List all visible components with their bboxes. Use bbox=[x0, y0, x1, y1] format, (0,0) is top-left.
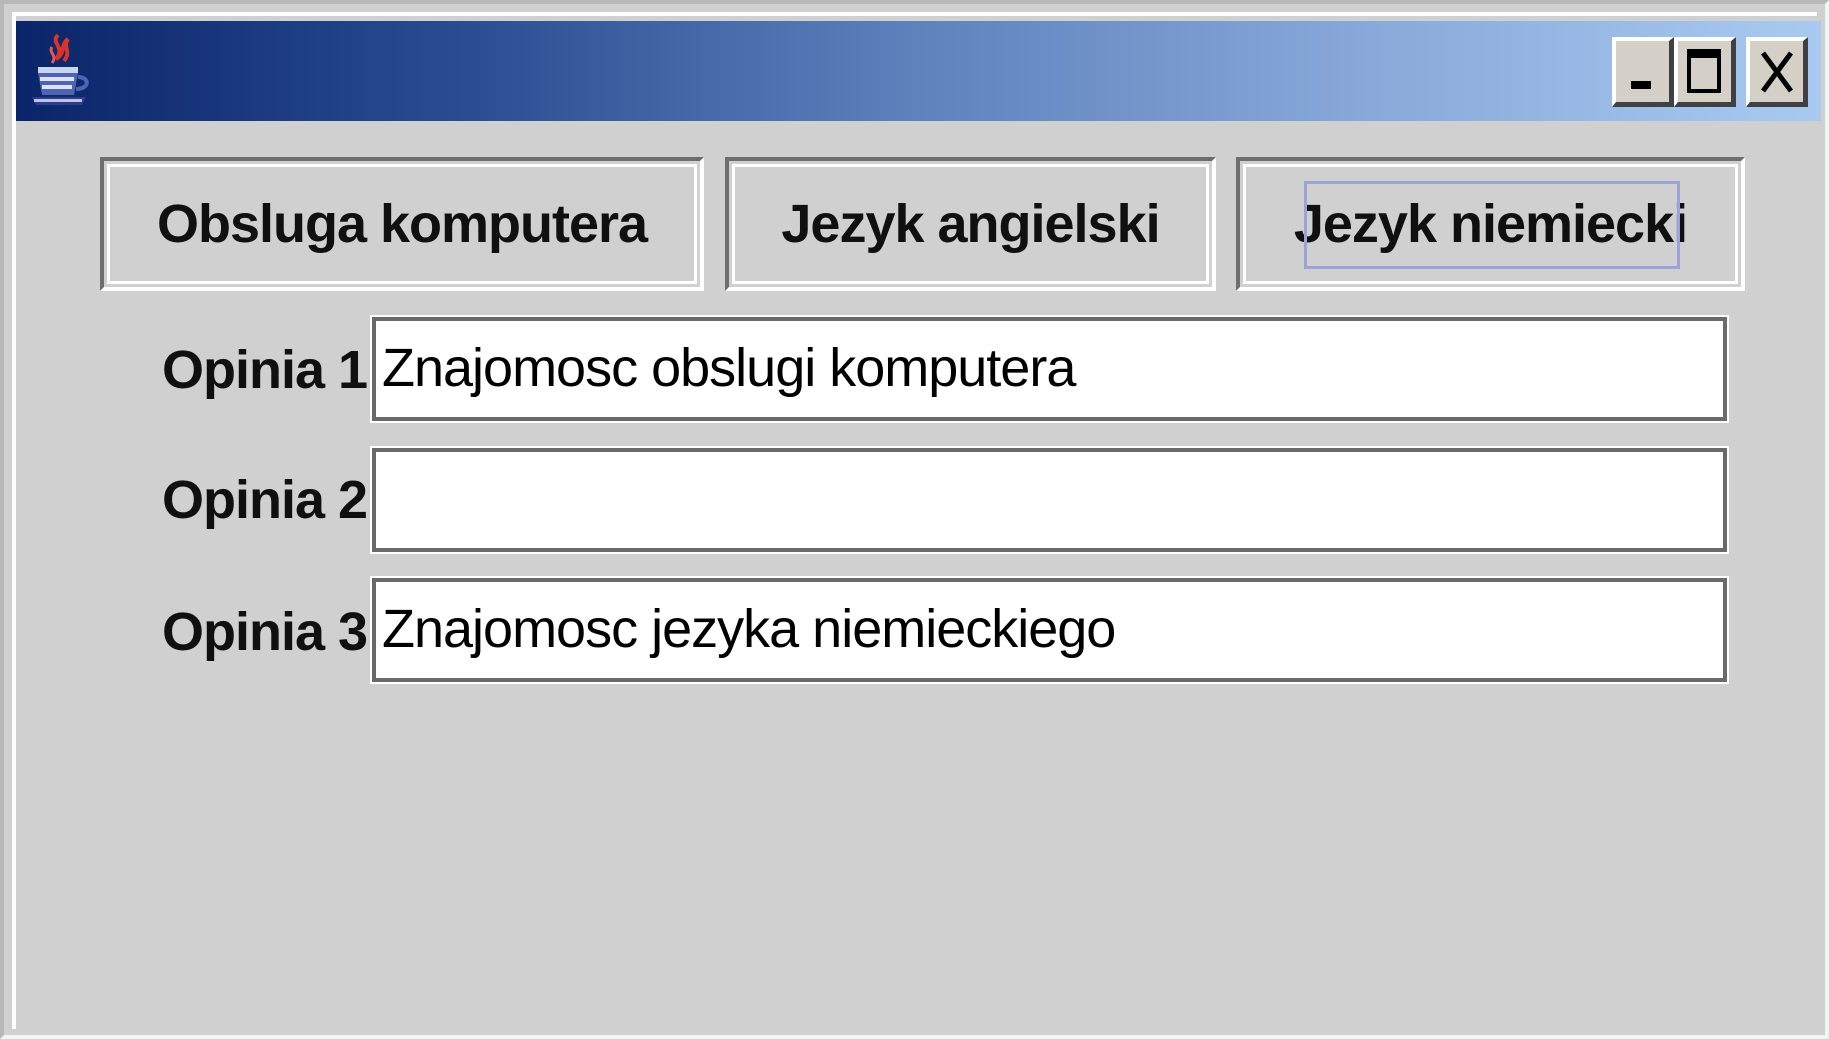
focus-ring bbox=[1304, 181, 1680, 269]
title-bar[interactable] bbox=[16, 21, 1821, 121]
maximize-button[interactable] bbox=[1674, 37, 1736, 107]
maximize-icon bbox=[1686, 48, 1721, 93]
obsluga-komputera-button[interactable]: Obsluga komputera bbox=[100, 157, 704, 291]
minimize-icon bbox=[1630, 80, 1651, 89]
minimize-button[interactable] bbox=[1612, 37, 1674, 107]
opinia-3-label: Opinia 3 bbox=[162, 602, 368, 662]
jezyk-niemiecki-button[interactable]: Jezyk niemiecki bbox=[1236, 157, 1745, 291]
java-coffee-cup-icon[interactable] bbox=[28, 29, 92, 113]
opinia-2-field[interactable] bbox=[370, 446, 1729, 554]
close-button[interactable] bbox=[1746, 37, 1808, 107]
opinia-2-label: Opinia 2 bbox=[162, 470, 368, 530]
opinia-1-field[interactable]: Znajomosc obslugi komputera bbox=[370, 315, 1729, 423]
obsluga-komputera-button-label: Obsluga komputera bbox=[156, 194, 648, 254]
content-panel: Obsluga komputera Jezyk angielski Jezyk … bbox=[4, 121, 1829, 1039]
jezyk-angielski-button-label: Jezyk angielski bbox=[781, 194, 1160, 254]
opinia-1-label: Opinia 1 bbox=[162, 340, 368, 400]
app-window: Obsluga komputera Jezyk angielski Jezyk … bbox=[0, 0, 1829, 1039]
close-icon bbox=[1760, 51, 1793, 92]
opinia-3-field[interactable]: Znajomosc jezyka niemieckiego bbox=[370, 576, 1729, 684]
jezyk-angielski-button[interactable]: Jezyk angielski bbox=[725, 157, 1216, 291]
